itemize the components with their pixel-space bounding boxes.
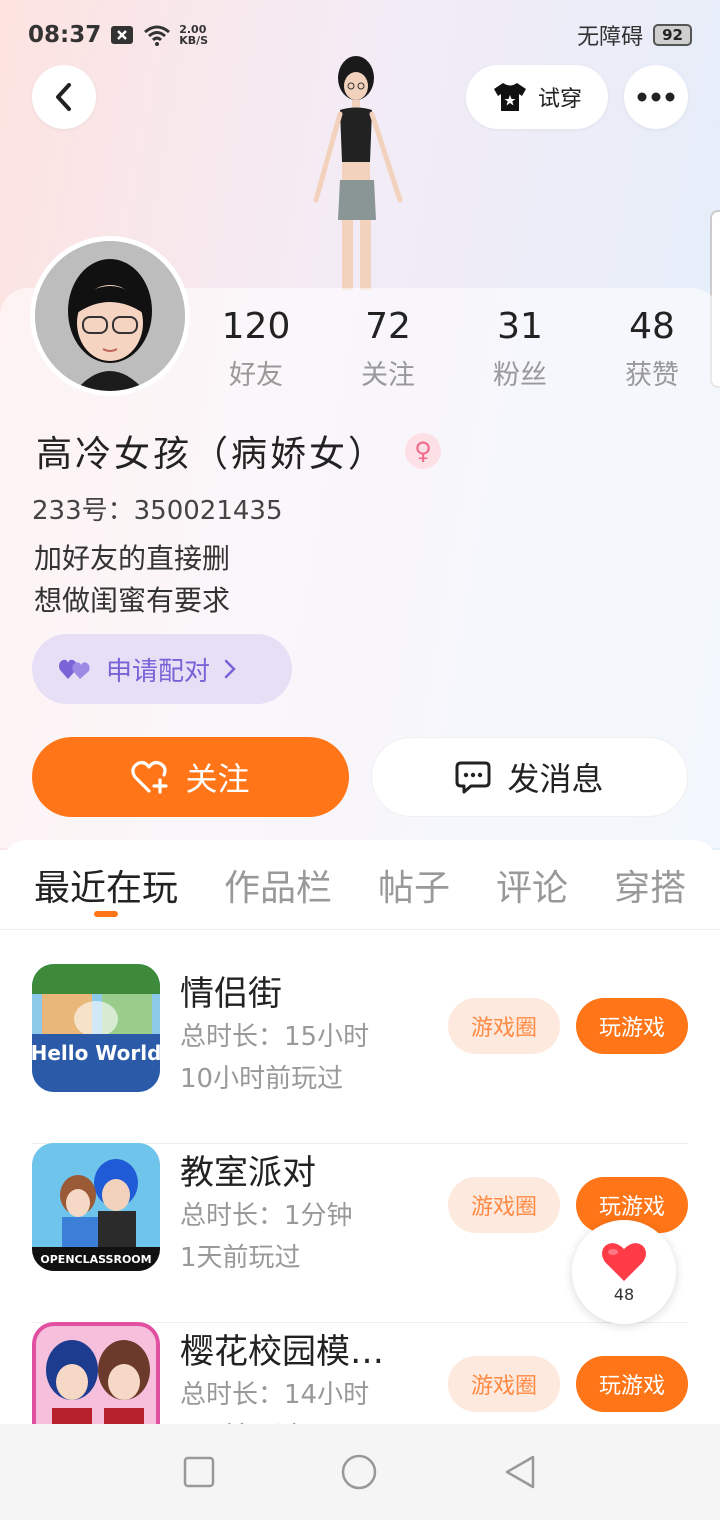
heart-icon [602,1242,646,1281]
nickname: 高冷女孩（病娇女） [36,434,388,475]
like-count: 48 [613,1284,635,1304]
stat-value: 31 [497,306,543,347]
game-icon-text: OPENCLASSROOM [40,1253,151,1266]
stat-label: 好友 [229,360,283,391]
female-gender-icon: ♀ [405,433,442,469]
game-icon[interactable] [32,1322,160,1424]
stat-value: 72 [365,306,411,347]
game-duration: 总时长：14小时 [180,1380,370,1410]
game-duration: 总时长：15小时 [180,1022,370,1052]
tab-label: 最近在玩 [34,867,179,909]
game-last-played: 6天前玩过 [180,1416,301,1424]
stat-following[interactable]: 72 关注 [322,305,454,392]
game-circle-button[interactable]: 游戏圈 [448,998,560,1054]
heart-plus-icon [131,760,169,794]
game-circle-button[interactable]: 游戏圈 [448,1356,560,1412]
tab-recently-played[interactable]: 最近在玩 [34,859,179,917]
status-time: 08:37 [28,22,102,48]
system-navigation-bar [0,1424,720,1520]
stat-label: 粉丝 [493,360,547,391]
chevron-right-icon [224,659,236,679]
game-row[interactable]: Hello World 情侣街 总时长：15小时 10小时前玩过 游戏圈 玩游戏 [32,964,688,1144]
avatar[interactable] [30,236,190,396]
home-icon[interactable] [340,1453,378,1491]
like-button[interactable]: 48 [572,1220,676,1324]
tab-label: 评论 [496,867,569,909]
chat-bubble-icon [455,761,491,794]
avatar-image [35,241,185,391]
stat-value: 48 [629,306,675,347]
tab-works[interactable]: 作品栏 [224,859,332,911]
game-last-played: 10小时前玩过 [180,1064,344,1094]
tab-outfits[interactable]: 穿搭 [614,859,686,911]
game-title: 樱花校园模… [180,1332,384,1372]
game-icon[interactable]: Hello World [32,964,160,1092]
apply-match-button[interactable]: 申请配对 [32,634,292,704]
tshirt-icon [493,83,526,111]
play-game-button[interactable]: 玩游戏 [576,998,688,1054]
play-game-button[interactable]: 玩游戏 [576,1356,688,1412]
profile-stats: 120 好友 72 关注 31 粉丝 48 获赞 [190,305,720,392]
apply-match-label: 申请配对 [106,656,211,687]
user-id: 233号：350021435 [32,496,283,526]
back-triangle-icon[interactable] [503,1454,537,1490]
content-panel: 最近在玩 作品栏 帖子 评论 穿搭 Hello World 情侣街 总时长：15… [0,840,720,1424]
game-title: 教室派对 [180,1153,316,1193]
nickname-row: 高冷女孩（病娇女） ♀ [36,425,442,477]
bio: 加好友的直接删 想做闺蜜有要求 [34,538,230,622]
back-button[interactable] [32,65,96,129]
game-icon[interactable]: OPENCLASSROOM [32,1143,160,1271]
stat-value: 120 [221,306,291,347]
send-message-button[interactable]: 发消息 [371,737,688,817]
stat-label: 获赞 [625,360,679,391]
character-model-image[interactable] [290,50,420,290]
game-circle-button[interactable]: 游戏圈 [448,1177,560,1233]
stat-fans[interactable]: 31 粉丝 [454,305,586,392]
double-heart-icon [59,659,90,679]
tab-bar: 最近在玩 作品栏 帖子 评论 穿搭 [0,840,720,930]
notification-x-icon [111,26,134,44]
active-tab-indicator [94,910,118,917]
bio-line: 加好友的直接删 [34,542,231,575]
tab-comments[interactable]: 评论 [496,859,568,911]
tab-posts[interactable]: 帖子 [378,859,450,911]
more-dots-icon [637,92,675,102]
battery-indicator: 92 [653,24,692,46]
try-on-label: 试穿 [537,87,582,112]
send-message-label: 发消息 [507,760,604,798]
accessibility-label: 无障碍 [577,25,644,50]
tab-label: 帖子 [378,867,451,909]
game-row[interactable]: 樱花校园模… 总时长：14小时 6天前玩过 游戏圈 玩游戏 [32,1322,688,1424]
recent-apps-icon[interactable] [183,1456,215,1488]
more-options-button[interactable] [624,65,688,129]
wifi-icon [143,24,171,46]
follow-button[interactable]: 关注 [32,737,349,817]
bio-line: 想做闺蜜有要求 [34,584,231,617]
game-icon-text: Hello World [32,1041,160,1065]
chevron-left-icon [56,83,71,111]
speed-unit: KB/S [179,34,209,47]
stat-likes[interactable]: 48 获赞 [586,305,718,392]
network-speed: 2.00 KB/S [179,24,208,46]
tab-label: 穿搭 [614,867,687,909]
stat-label: 关注 [361,360,415,391]
follow-label: 关注 [185,760,250,798]
game-last-played: 1天前玩过 [180,1243,301,1273]
game-duration: 总时长：1分钟 [180,1201,353,1231]
try-on-button[interactable]: 试穿 [466,65,608,129]
game-title: 情侣街 [180,974,282,1014]
stat-friends[interactable]: 120 好友 [190,305,322,392]
tab-label: 作品栏 [224,867,333,909]
